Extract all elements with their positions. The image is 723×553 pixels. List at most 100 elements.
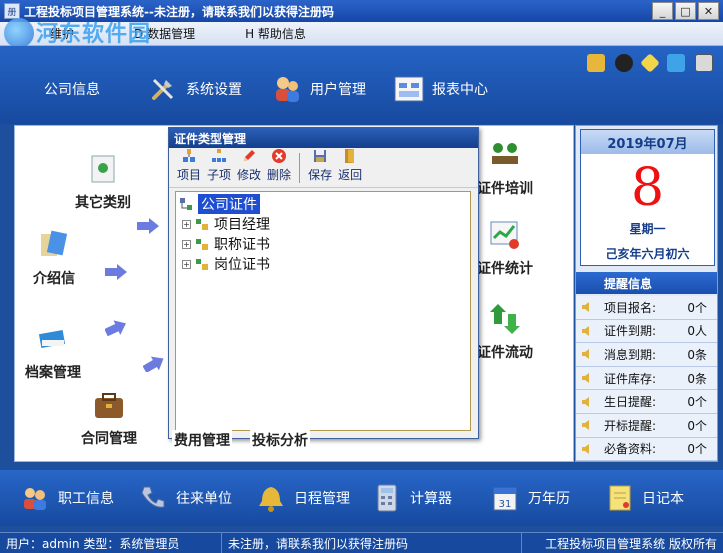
add-subitem-button[interactable]: 子项 xyxy=(207,148,231,187)
bottom-label: 日记本 xyxy=(642,491,684,507)
flow-bid-analysis-partial[interactable]: 投标分析 xyxy=(250,430,310,450)
reminder-value: 0条 xyxy=(687,347,707,362)
menu-help[interactable]: H 帮助信息 xyxy=(235,25,316,42)
flow-contract-management[interactable]: 合同管理 xyxy=(81,388,137,448)
reminder-item[interactable]: 必备资料: 0个 xyxy=(576,437,717,462)
flow-arrow-icon xyxy=(143,356,164,372)
toolbar-system-settings[interactable]: 系统设置 xyxy=(146,70,242,108)
bell-icon xyxy=(259,487,283,512)
tree-node[interactable]: + 职称证书 xyxy=(176,234,470,254)
toolbar-user-management[interactable]: 用户管理 xyxy=(270,70,366,108)
reminder-label: 开标提醒: xyxy=(604,418,657,433)
dialog-toolbar-label: 项目 xyxy=(177,168,202,182)
tree-folder-icon xyxy=(196,259,208,270)
flow-introduction-letter[interactable]: 介绍信 xyxy=(33,228,75,288)
speaker-icon xyxy=(582,302,589,313)
tree-root-icon xyxy=(180,198,192,210)
shield-icon[interactable] xyxy=(667,54,685,72)
bottom-contacts[interactable]: 往来单位 xyxy=(138,480,232,516)
lock-icon[interactable] xyxy=(587,54,605,72)
status-copyright: 工程投标项目管理系统 版权所有 xyxy=(545,536,717,551)
delete-button[interactable]: 删除 xyxy=(267,148,291,187)
letter-icon xyxy=(41,230,68,256)
flow-certificate-training[interactable]: 证件培训 xyxy=(477,138,533,198)
qq-icon[interactable] xyxy=(615,54,633,72)
reminder-item[interactable]: 证件库存: 0条 xyxy=(576,366,717,391)
close-button[interactable]: ✕ xyxy=(698,2,719,20)
menu-data-management[interactable]: D 数据管理 xyxy=(124,25,205,42)
tree-node-root[interactable]: 公司证件 xyxy=(176,194,470,214)
delete-icon xyxy=(272,149,287,163)
dialog-toolbar-label: 保存 xyxy=(308,168,333,182)
flow-other-category[interactable]: 其它类别 xyxy=(75,152,131,212)
reminder-item[interactable]: 证件到期: 0人 xyxy=(576,319,717,344)
bottom-label: 日程管理 xyxy=(294,491,350,507)
menu-maintenance[interactable]: 维护 xyxy=(40,25,84,42)
toolbar-label: 系统设置 xyxy=(186,82,242,98)
staff-icon xyxy=(24,488,46,510)
maximize-button[interactable]: □ xyxy=(675,2,696,20)
flow-certificate-circulation[interactable]: 证件流动 xyxy=(477,302,533,362)
flow-archive-management[interactable]: 档案管理 xyxy=(25,322,81,382)
bottom-diary[interactable]: 日记本 xyxy=(604,480,684,516)
tree-node[interactable]: + 岗位证书 xyxy=(176,254,470,274)
flow-label: 其它类别 xyxy=(75,195,131,211)
edit-button[interactable]: 修改 xyxy=(237,148,261,187)
speaker-icon xyxy=(582,396,589,407)
tree-folder-icon xyxy=(196,239,208,250)
speaker-icon xyxy=(582,349,589,360)
reminder-label: 生日提醒: xyxy=(604,395,657,410)
add-subitem-icon xyxy=(212,149,227,162)
save-button[interactable]: 保存 xyxy=(308,148,332,187)
expand-icon[interactable]: + xyxy=(182,219,191,229)
bottom-schedule[interactable]: 日程管理 xyxy=(256,480,350,516)
exit-icon[interactable] xyxy=(695,54,713,72)
title-bar: 册 工程投标项目管理系统--未注册，请联系我们以获得注册码 _ □ ✕ xyxy=(0,0,723,22)
toolbar-label: 报表中心 xyxy=(432,82,488,98)
bottom-perpetual-calendar[interactable]: 31 万年历 xyxy=(490,480,570,516)
app-icon: 册 xyxy=(4,3,20,19)
pencil-icon xyxy=(244,150,256,161)
dialog-toolbar-label: 返回 xyxy=(338,168,363,182)
wrench-icon xyxy=(146,72,180,106)
tree-node-label: 项目经理 xyxy=(214,217,270,233)
bottom-label: 职工信息 xyxy=(58,491,114,507)
report-icon xyxy=(392,72,426,106)
flow-certificate-statistics[interactable]: 证件统计 xyxy=(477,218,533,278)
reminder-title: 提醒信息 xyxy=(604,276,653,291)
minimize-button[interactable]: _ xyxy=(652,2,673,20)
reminder-item[interactable]: 开标提醒: 0个 xyxy=(576,413,717,438)
window-title: 工程投标项目管理系统--未注册，请联系我们以获得注册码 xyxy=(24,4,334,19)
tag-icon[interactable] xyxy=(640,53,660,73)
flow-arrow-icon xyxy=(137,218,159,234)
flow-label: 介绍信 xyxy=(33,271,75,287)
bottom-label: 计算器 xyxy=(410,491,452,507)
flow-label: 档案管理 xyxy=(25,365,81,381)
phone-icon xyxy=(141,486,165,508)
toolbar-label: 公司信息 xyxy=(44,82,100,98)
speaker-icon xyxy=(582,373,589,384)
expand-icon[interactable]: + xyxy=(182,259,191,269)
calculator-icon xyxy=(377,484,397,512)
reminder-value: 0个 xyxy=(687,442,707,457)
status-user: 用户：admin 类型：系统管理员 xyxy=(0,533,222,553)
toolbar-report-center[interactable]: 报表中心 xyxy=(392,70,488,108)
right-panel: 2019年07月 8 星期一 己亥年六月初六 提醒信息 项目报名: 0个 证件到期… xyxy=(575,125,718,462)
bottom-calculator[interactable]: 计算器 xyxy=(372,480,452,516)
users-icon xyxy=(270,72,304,106)
reminder-item[interactable]: 生日提醒: 0个 xyxy=(576,390,717,414)
notebook-icon xyxy=(609,485,631,511)
expand-icon[interactable]: + xyxy=(182,239,191,249)
dialog-toolbar: 项目 子项 修改 删除 保存 返回 xyxy=(169,148,478,188)
return-button[interactable]: 返回 xyxy=(338,148,362,187)
flow-expense-management-partial[interactable]: 费用管理 xyxy=(172,430,232,450)
toolbar-company-info[interactable]: 公司信息 xyxy=(44,70,100,108)
tree-node[interactable]: + 项目经理 xyxy=(176,214,470,234)
reminder-item[interactable]: 项目报名: 0个 xyxy=(576,296,717,320)
add-item-button[interactable]: 项目 xyxy=(177,148,201,187)
reminder-label: 证件到期: xyxy=(604,324,657,339)
bottom-staff-info[interactable]: 职工信息 xyxy=(20,480,114,516)
dialog-toolbar-label: 删除 xyxy=(267,168,292,182)
reminder-item[interactable]: 消息到期: 0条 xyxy=(576,343,717,367)
speaker-icon xyxy=(582,443,589,454)
